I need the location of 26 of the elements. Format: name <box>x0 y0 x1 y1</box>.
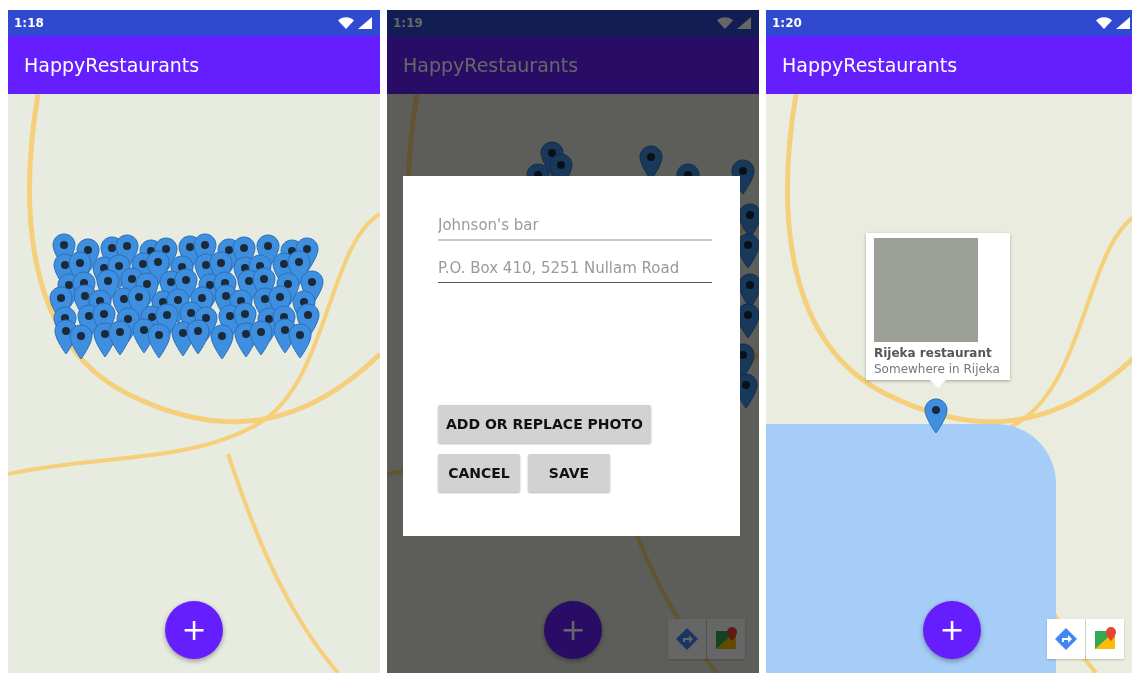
wifi-icon <box>1096 17 1112 29</box>
app-title: HappyRestaurants <box>782 54 958 76</box>
input-field[interactable]: P.O. Box 410, 5251 Nullam Road <box>438 255 712 283</box>
signal-icon <box>737 17 751 29</box>
status-time: 1:19 <box>393 16 423 30</box>
dialog-button[interactable]: CANCEL <box>438 454 520 492</box>
add-button[interactable]: + <box>165 601 223 659</box>
open-maps-button[interactable] <box>1086 619 1124 659</box>
directions-icon <box>675 627 699 651</box>
status-time: 1:18 <box>14 16 44 30</box>
add-photo-button[interactable]: ADD OR REPLACE PHOTO <box>438 405 651 443</box>
map-pin-icon <box>1093 627 1117 651</box>
directions-button[interactable] <box>1047 619 1085 659</box>
status-time: 1:20 <box>772 16 802 30</box>
app-title: HappyRestaurants <box>24 54 200 76</box>
info-title: Rijeka restaurant <box>874 346 993 360</box>
app-title: HappyRestaurants <box>403 54 579 76</box>
signal-icon <box>358 17 372 29</box>
signal-icon <box>1116 17 1130 29</box>
dialog-button[interactable]: SAVE <box>528 454 610 492</box>
info-subtitle: Somewhere in Rijeka <box>874 362 1001 376</box>
wifi-icon <box>717 17 733 29</box>
directions-icon <box>1054 627 1078 651</box>
map-pin-icon <box>714 627 738 651</box>
map-pin-icon[interactable] <box>924 398 948 434</box>
wifi-icon <box>338 17 354 29</box>
